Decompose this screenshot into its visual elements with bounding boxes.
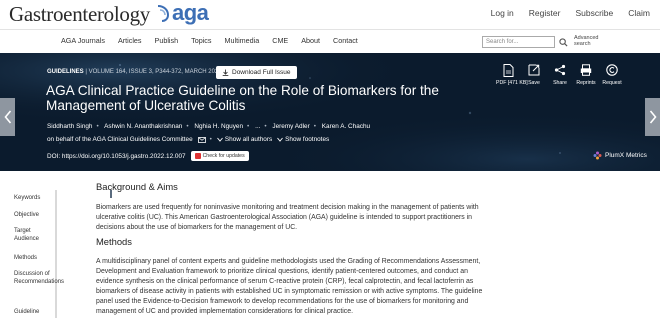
- author-link[interactable]: Nghia H. Nguyen: [194, 123, 243, 130]
- search-icon: [558, 37, 568, 47]
- search-input[interactable]: Search for...: [482, 36, 555, 48]
- reprints-button[interactable]: Reprints: [574, 63, 598, 86]
- chevron-down-icon: [217, 137, 223, 142]
- nav-topics[interactable]: Topics: [191, 36, 211, 45]
- save-icon: [528, 64, 540, 76]
- check-for-updates-label: Check for updates: [202, 153, 245, 159]
- account-links: Log in Register Subscribe Claim: [491, 8, 660, 18]
- claim-link[interactable]: Claim: [628, 8, 650, 18]
- nav-publish[interactable]: Publish: [155, 36, 179, 45]
- aga-mark-icon: [157, 5, 170, 22]
- toc-item-objective[interactable]: Objective: [14, 211, 54, 219]
- share-label: Share: [553, 80, 567, 86]
- author-extras: on behalf of the AGA Clinical Guidelines…: [47, 136, 330, 143]
- login-link[interactable]: Log in: [491, 8, 514, 18]
- chevron-down-icon: [277, 137, 284, 142]
- show-footnotes-link[interactable]: Show footnotes: [285, 136, 329, 143]
- article-section[interactable]: GUIDELINES: [47, 69, 84, 75]
- article-citation: VOLUME 164, ISSUE 3, P344-372, MARCH 202…: [88, 69, 222, 75]
- committee-link[interactable]: on behalf of the AGA Clinical Guidelines…: [47, 136, 193, 143]
- save-label: Save: [528, 80, 540, 86]
- download-full-issue-button[interactable]: Download Full Issue: [216, 66, 297, 79]
- copyright-icon: [606, 64, 618, 76]
- email-icon[interactable]: [197, 136, 206, 143]
- article-tools: PDF [471 KB] Save Share Reprints Request: [496, 63, 626, 86]
- main-nav: AGA Journals Articles Publish Topics Mul…: [0, 29, 660, 51]
- reprints-icon: [580, 64, 592, 76]
- subscribe-link[interactable]: Subscribe: [575, 8, 613, 18]
- doi-link[interactable]: DOI: https://doi.org/10.1053/j.gastro.20…: [47, 153, 186, 160]
- next-article-button[interactable]: [645, 98, 660, 136]
- pdf-icon: [503, 63, 513, 77]
- article-hero: GUIDELINES | VOLUME 164, ISSUE 3, P344-3…: [0, 53, 660, 171]
- pdf-button[interactable]: PDF [471 KB]: [496, 63, 528, 86]
- author-list: Siddharth Singh • Ashwin N. Ananthakrishn…: [47, 123, 371, 130]
- section-heading: Methods: [96, 236, 132, 247]
- share-icon: [554, 64, 566, 76]
- show-all-authors-link[interactable]: Show all authors: [225, 136, 272, 143]
- nav-aga-journals[interactable]: AGA Journals: [61, 36, 105, 45]
- doi-row: DOI: https://doi.org/10.1053/j.gastro.20…: [47, 151, 249, 161]
- download-full-issue-label: Download Full Issue: [232, 69, 291, 76]
- search-button[interactable]: [557, 35, 569, 49]
- share-button[interactable]: Share: [548, 63, 572, 86]
- article-title: AGA Clinical Practice Guideline on the R…: [46, 83, 439, 113]
- aga-logo-text: aga: [172, 0, 209, 25]
- aga-logo[interactable]: aga: [156, 0, 209, 25]
- table-of-contents: Keywords Objective Target Audience Metho…: [0, 190, 64, 318]
- reprints-label: Reprints: [576, 80, 596, 86]
- toc-item-guideline[interactable]: Guideline: [14, 308, 54, 316]
- nav-contact[interactable]: Contact: [333, 36, 358, 45]
- journal-logo[interactable]: Gastroenterology: [9, 2, 150, 27]
- chevron-right-icon: [649, 110, 657, 124]
- top-bar: Gastroenterology aga Log in Register Sub…: [0, 0, 660, 28]
- plumx-label: PlumX Metrics: [605, 152, 647, 159]
- article-meta: GUIDELINES | VOLUME 164, ISSUE 3, P344-3…: [47, 69, 222, 75]
- chevron-left-icon: [3, 110, 11, 124]
- nav-articles[interactable]: Articles: [118, 36, 142, 45]
- toc-item-discussion[interactable]: Discussion of Recommendations: [14, 270, 64, 286]
- author-link[interactable]: Siddharth Singh: [47, 123, 92, 130]
- toc-item-methods[interactable]: Methods: [14, 254, 54, 262]
- toc-item-keywords[interactable]: Keywords: [14, 194, 54, 202]
- nav-about[interactable]: About: [301, 36, 320, 45]
- download-icon: [222, 69, 229, 76]
- nav-multimedia[interactable]: Multimedia: [224, 36, 259, 45]
- request-button[interactable]: Request: [600, 63, 624, 86]
- check-for-updates-button[interactable]: Check for updates: [190, 151, 249, 161]
- author-link[interactable]: Karen A. Chachu: [322, 123, 370, 130]
- crossmark-icon: [194, 153, 201, 159]
- save-button[interactable]: Save: [522, 63, 546, 86]
- previous-article-button[interactable]: [0, 98, 15, 136]
- plumx-icon: [593, 151, 602, 160]
- advanced-search-link[interactable]: Advanced search: [574, 35, 602, 47]
- register-link[interactable]: Register: [529, 8, 561, 18]
- section-heading: Background & Aims: [96, 181, 178, 192]
- toc-item-target-audience[interactable]: Target Audience: [14, 227, 54, 243]
- author-link[interactable]: Jeremy Adler: [272, 123, 309, 130]
- author-link[interactable]: Ashwin N. Ananthakrishnan: [104, 123, 182, 130]
- author-ellipsis: ...: [255, 123, 261, 130]
- section-paragraph: A multidisciplinary panel of content exp…: [96, 258, 483, 315]
- nav-cme[interactable]: CME: [272, 36, 288, 45]
- request-label: Request: [602, 80, 622, 86]
- section-paragraph: Biomarkers are used frequently for nonin…: [96, 204, 479, 231]
- plumx-metrics-link[interactable]: PlumX Metrics: [593, 151, 647, 160]
- pdf-label: PDF [471 KB]: [496, 80, 528, 86]
